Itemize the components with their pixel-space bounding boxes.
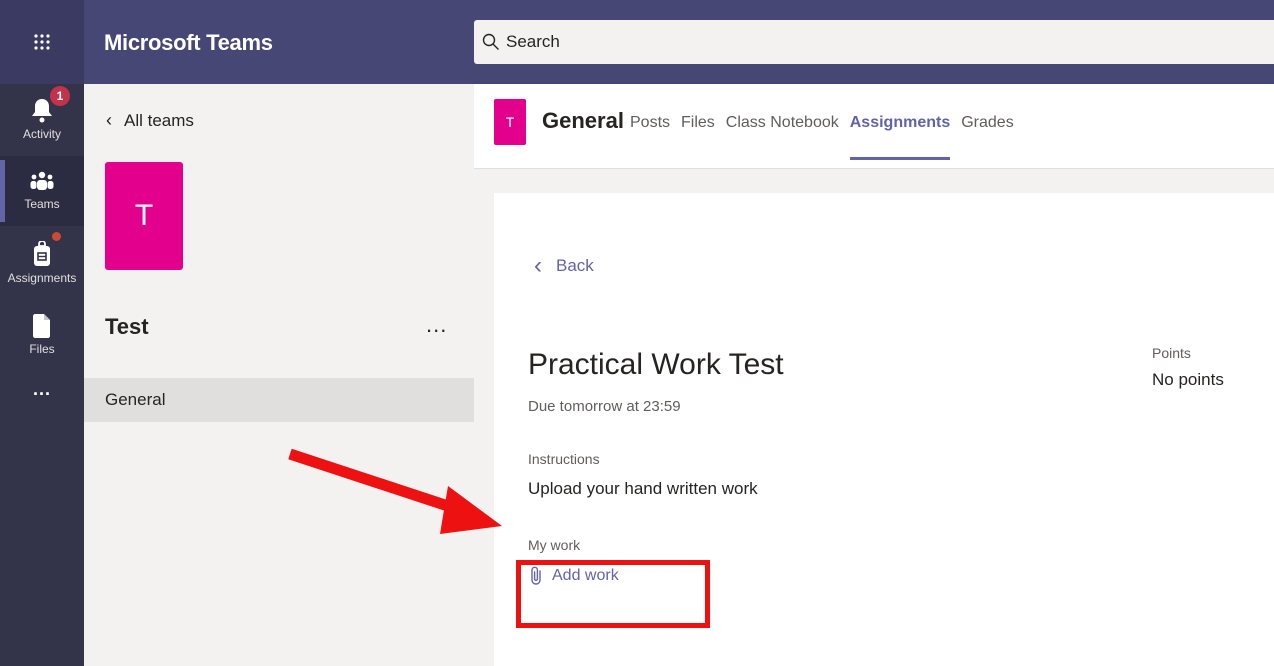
tab-class-notebook[interactable]: Class Notebook — [726, 114, 839, 160]
tab-posts[interactable]: Posts — [630, 114, 670, 160]
teams-icon — [30, 171, 54, 190]
assignment-due-date: Due tomorrow at 23:59 — [528, 398, 681, 415]
back-button[interactable]: ‹ Back — [534, 252, 594, 280]
bell-icon — [32, 99, 52, 123]
rail-item-teams[interactable]: Teams — [0, 156, 84, 226]
assignment-title: Practical Work Test — [528, 348, 784, 381]
assignments-dot — [52, 232, 61, 241]
channel-label: General — [105, 390, 166, 409]
top-bar: Microsoft Teams Search — [0, 0, 1274, 84]
rail-item-files[interactable]: Files — [0, 300, 84, 370]
app-title: Microsoft Teams — [104, 30, 273, 55]
rail-label-files: Files — [29, 342, 55, 356]
team-name: Test — [105, 314, 149, 339]
points-value: No points — [1152, 370, 1224, 389]
channel-avatar: T — [494, 99, 526, 145]
active-indicator — [0, 160, 5, 222]
annotation-highlight-box — [516, 560, 710, 628]
rail-label-assignments: Assignments — [7, 271, 77, 285]
assignments-icon — [34, 241, 50, 266]
channel-header: T General Posts Files Class Notebook Ass… — [474, 84, 1274, 169]
tab-assignments[interactable]: Assignments — [849, 114, 951, 160]
instructions-text: Upload your hand written work — [528, 479, 758, 498]
tab-grades[interactable]: Grades — [961, 114, 1013, 160]
rail-item-activity[interactable]: 1 Activity — [0, 84, 84, 154]
team-more-options-icon[interactable]: ... — [426, 312, 447, 338]
rail-label-teams: Teams — [24, 197, 60, 211]
channel-name: General — [542, 108, 624, 133]
search-input[interactable]: Search — [474, 20, 1274, 64]
annotation-arrow — [288, 448, 502, 534]
rail-item-more[interactable]: ... — [0, 364, 84, 414]
my-work-label: My work — [528, 537, 581, 553]
tab-files[interactable]: Files — [681, 114, 715, 160]
channel-item-general[interactable]: General — [84, 378, 474, 422]
instructions-label: Instructions — [528, 451, 600, 467]
team-sidebar: ‹ All teams T Test ... General — [84, 84, 474, 666]
chevron-left-icon: ‹ — [106, 110, 112, 130]
chevron-left-icon: ‹ — [534, 252, 542, 279]
points-label: Points — [1152, 345, 1191, 361]
all-teams-link[interactable]: ‹ All teams — [106, 110, 194, 131]
search-icon — [482, 33, 499, 50]
channel-tabs: Posts Files Class Notebook Assignments G… — [630, 114, 1025, 160]
app-rail: 1 Activity Teams Assignments Files ... — [0, 84, 84, 666]
back-label: Back — [556, 256, 594, 275]
rail-label-activity: Activity — [22, 127, 61, 141]
rail-item-assignments[interactable]: Assignments — [0, 228, 84, 298]
search-placeholder: Search — [506, 32, 560, 51]
more-icon: ... — [32, 378, 51, 399]
activity-badge: 1 — [50, 86, 70, 106]
file-icon — [33, 314, 50, 338]
app-launcher-icon[interactable] — [0, 0, 84, 84]
all-teams-label: All teams — [124, 110, 194, 130]
team-avatar: T — [105, 162, 183, 270]
